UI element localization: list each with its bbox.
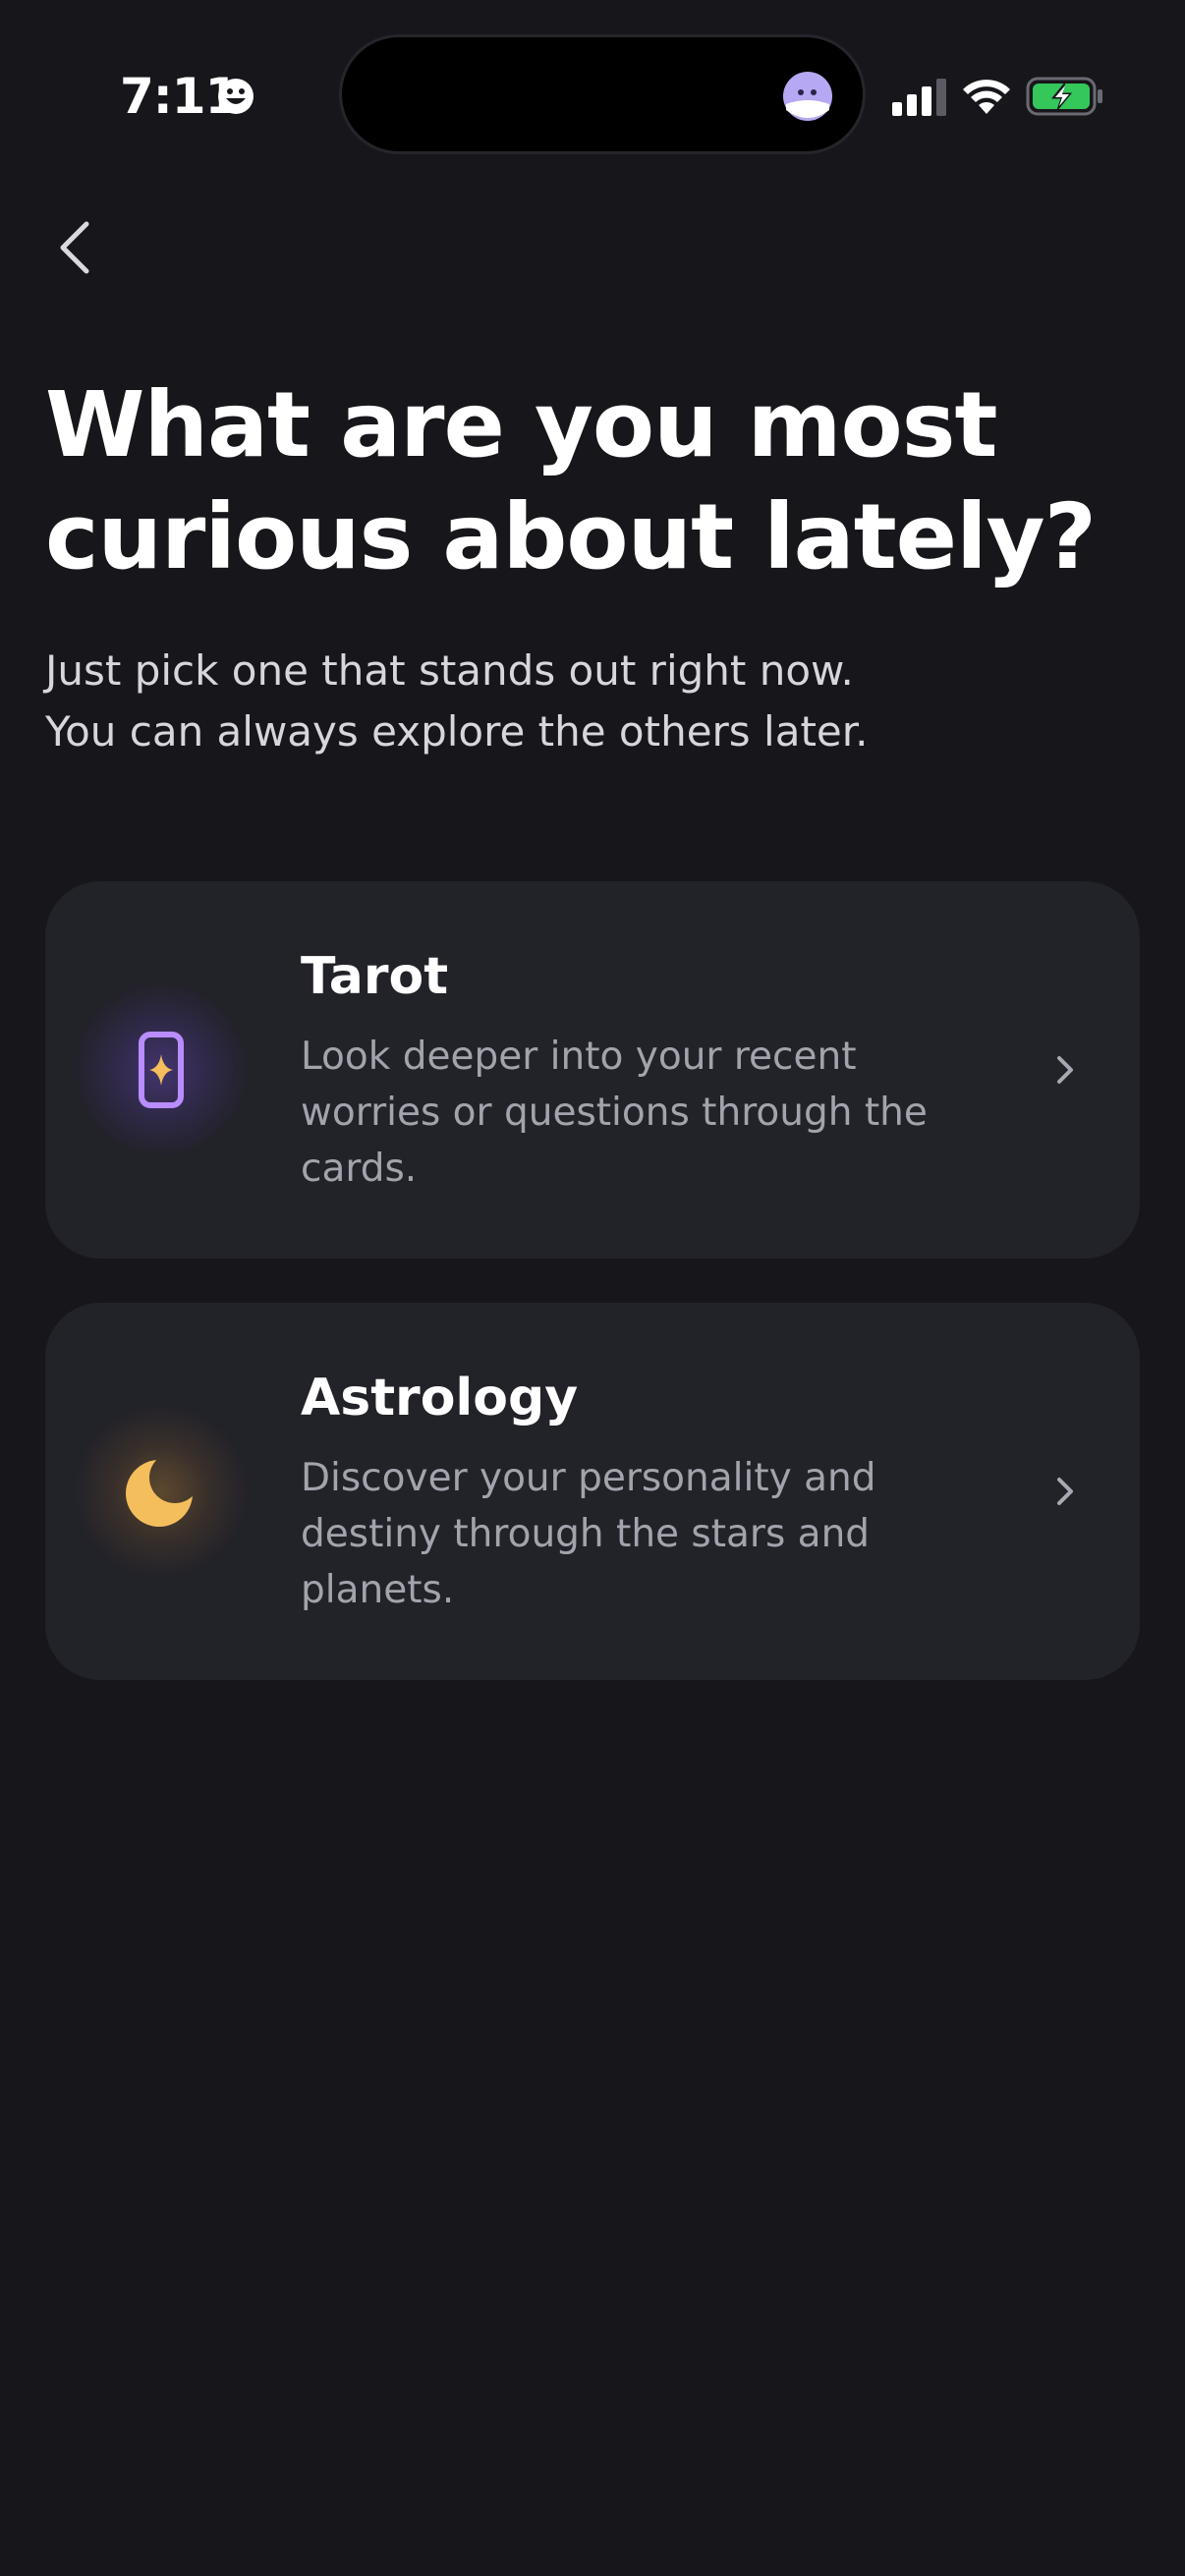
battery-charging-icon [1026,77,1102,116]
page-subtitle: Just pick one that stands out right now.… [45,641,1146,762]
smiley-icon [218,79,254,114]
page-title: What are you most curious about lately? [45,372,1097,589]
option-title: Tarot [301,947,449,1006]
tarot-card-icon [139,1032,184,1108]
option-card-astrology[interactable]: Astrology Discover your personality and … [45,1303,1140,1680]
screen: 7:11 What are you most curious about lat… [0,0,1185,2576]
option-description: Look deeper into your recent worries or … [301,1035,928,1191]
option-card-tarot[interactable]: Tarot Look deeper into your recent worri… [45,881,1140,1259]
subtitle-line-1: Just pick one that stands out right now. [45,646,854,695]
subtitle-line-2: You can always explore the others later. [45,707,869,756]
cellular-signal-icon [892,79,946,116]
chevron-right-icon [1057,1478,1073,1505]
moon-icon [126,1460,193,1527]
chevron-right-icon [1057,1056,1073,1084]
wifi-icon [963,80,1010,114]
back-button[interactable] [45,212,104,283]
avatar-icon [783,72,832,121]
option-title: Astrology [301,1369,579,1428]
option-description: Discover your personality and destiny th… [301,1456,876,1612]
